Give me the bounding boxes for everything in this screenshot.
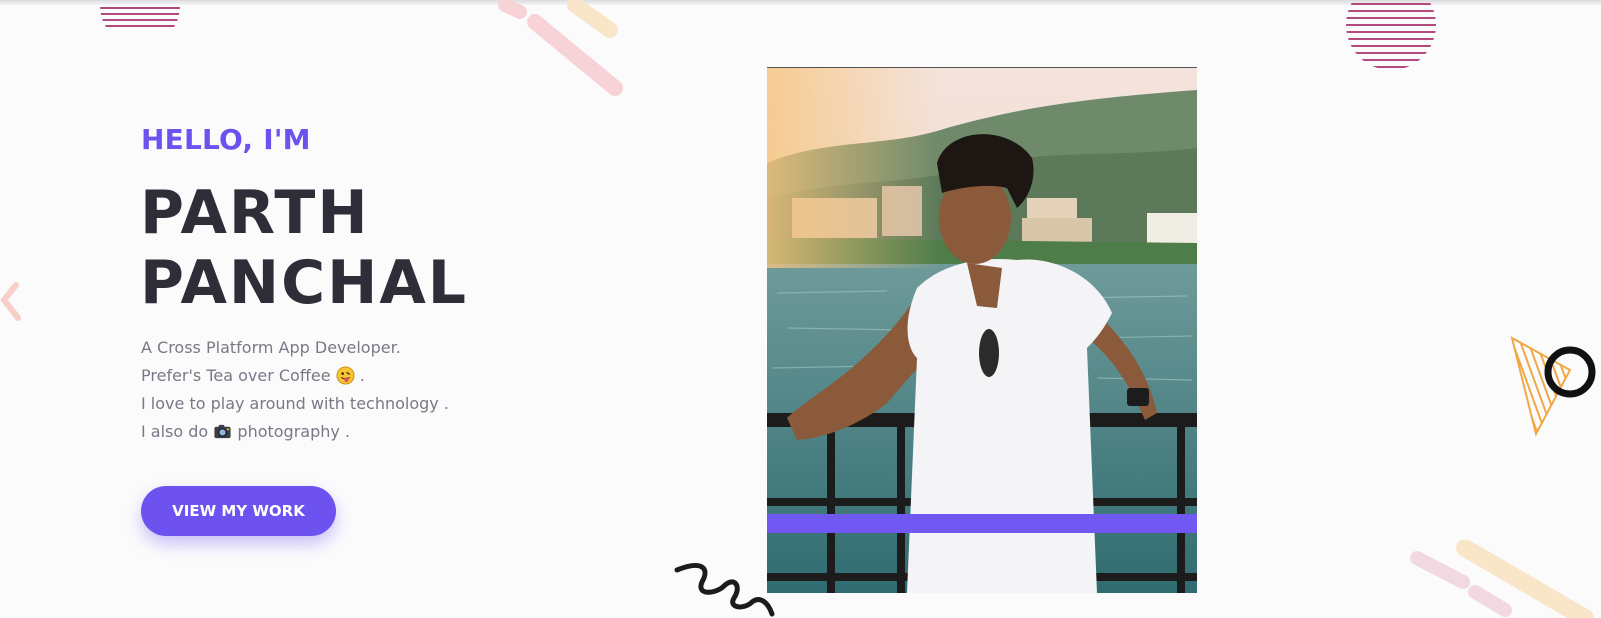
tongue-out-emoji-icon [336, 366, 355, 385]
striped-half-circle-decoration [100, 7, 180, 27]
bio-line-4-end: photography . [237, 422, 351, 441]
name-first: PARTH [140, 178, 370, 248]
squiggle-decoration [674, 563, 775, 617]
bio-line-1: A Cross Platform App Developer. [141, 338, 401, 357]
greeting-heading: HELLO, I'M [141, 123, 311, 156]
bio-line-2-end: . [359, 366, 365, 385]
triangle-ring-decoration [1510, 336, 1596, 437]
bio-line-4-text: I also do [141, 422, 209, 441]
photo-accent-bar [767, 514, 1197, 533]
camera-emoji-icon [214, 424, 231, 439]
name-last: PANCHAL [140, 248, 469, 318]
pastel-stripes-bottom-decoration [1410, 540, 1594, 618]
bio-line-3: I love to play around with technology . [141, 394, 449, 413]
bio-text: A Cross Platform App Developer. Prefer's… [141, 334, 449, 446]
view-my-work-button[interactable]: VIEW MY WORK [141, 486, 336, 536]
bio-line-2: Prefer's Tea over Coffee . [141, 362, 449, 390]
chevron-decoration [0, 282, 21, 321]
striped-circle-decoration [1346, 3, 1436, 68]
pastel-stripes-decoration [498, 0, 623, 96]
bio-line-4: I also do photography . [141, 418, 449, 446]
name-heading: PARTH PANCHAL [140, 178, 468, 318]
bio-line-2-text: Prefer's Tea over Coffee [141, 366, 331, 385]
